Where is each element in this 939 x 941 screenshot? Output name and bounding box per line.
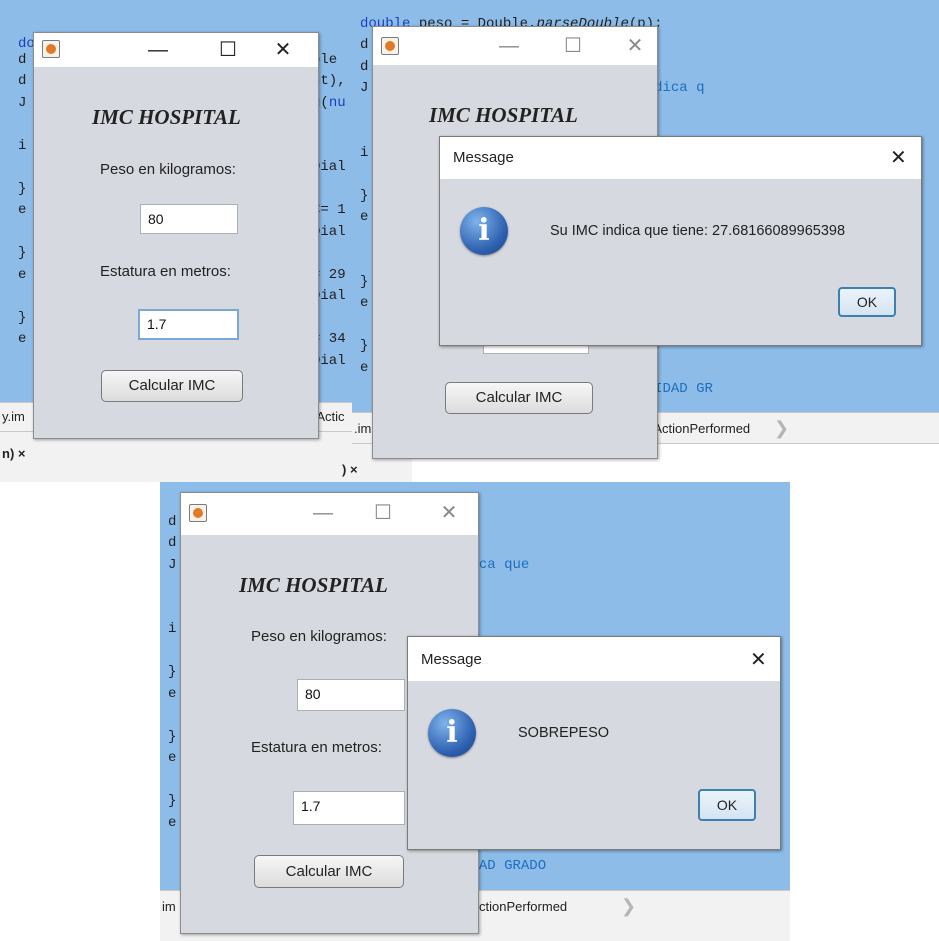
calculate-button[interactable]: Calcular IMC [445, 382, 593, 414]
height-label: Estatura en metros: [251, 739, 382, 756]
info-icon: i [460, 207, 508, 255]
weight-input[interactable]: 80 [297, 679, 405, 711]
window-titlebar[interactable]: — ☐ ✕ [181, 493, 478, 535]
code-fragments-1: ddJ i } e } e } e [18, 51, 27, 348]
ok-button[interactable]: OK [698, 789, 756, 821]
editor-tab-close[interactable]: ) × [342, 462, 358, 477]
close-icon[interactable]: ✕ [623, 35, 647, 57]
window-titlebar[interactable]: — ☐ ✕ [34, 33, 318, 67]
dialog-message: Su IMC indica que tiene: 27.681660899653… [550, 223, 846, 239]
app-heading: IMC HOSPITAL [239, 573, 388, 597]
tab-action-fragment[interactable]: rActionPerformed [466, 899, 567, 914]
dialog-titlebar[interactable]: Message ✕ [440, 137, 921, 179]
calculate-button[interactable]: Calcular IMC [101, 370, 243, 402]
chevron-right-icon: ❯ [621, 896, 637, 916]
message-dialog-classification: Message ✕ i SOBREPESO OK [407, 636, 781, 850]
maximize-icon[interactable]: ☐ [371, 502, 395, 524]
message-dialog-result: Message ✕ i Su IMC indica que tiene: 27.… [439, 136, 922, 346]
ok-button[interactable]: OK [838, 287, 896, 317]
weight-label: Peso en kilogramos: [251, 628, 387, 645]
tab-file-fragment[interactable]: y.im [2, 409, 25, 424]
close-icon[interactable]: ✕ [890, 145, 907, 170]
close-icon[interactable]: ✕ [271, 39, 295, 61]
dialog-title: Message [421, 651, 482, 668]
chevron-right-icon: ❯ [774, 418, 790, 438]
tab-action-fragment[interactable]: rActionPerformed [649, 421, 750, 436]
tab-file-fragment[interactable]: .im [354, 421, 371, 436]
minimize-icon[interactable]: — [311, 502, 335, 524]
height-label: Estatura en metros: [100, 263, 231, 280]
calculate-button[interactable]: Calcular IMC [254, 855, 404, 888]
imc-window-1: — ☐ ✕ IMC HOSPITAL Peso en kilogramos: 8… [33, 32, 319, 439]
weight-input[interactable]: 80 [140, 204, 238, 234]
close-icon[interactable]: ✕ [750, 647, 767, 672]
app-heading: IMC HOSPITAL [92, 105, 241, 129]
app-heading: IMC HOSPITAL [429, 103, 578, 127]
maximize-icon[interactable]: ☐ [561, 35, 585, 57]
tab-file-fragment[interactable]: im [162, 899, 176, 914]
close-icon[interactable]: ✕ [437, 502, 461, 524]
java-app-icon [189, 504, 207, 522]
minimize-icon[interactable]: — [146, 39, 170, 61]
editor-tab-close[interactable]: n) × [2, 446, 25, 461]
maximize-icon[interactable]: ☐ [216, 39, 240, 61]
editor-bottom-tab-1: n) × [0, 432, 352, 482]
hidden-field-edge [483, 345, 589, 354]
java-app-icon [381, 37, 399, 55]
dialog-title: Message [453, 149, 514, 166]
dialog-message: SOBREPESO [518, 725, 610, 741]
height-input[interactable]: 1.7 [293, 791, 405, 825]
java-app-icon [42, 40, 60, 58]
height-input[interactable]: 1.7 [138, 309, 239, 340]
window-titlebar[interactable]: — ☐ ✕ [373, 27, 657, 65]
info-icon: i [428, 709, 476, 757]
weight-label: Peso en kilogramos: [100, 161, 236, 178]
minimize-icon[interactable]: — [497, 35, 521, 57]
dialog-titlebar[interactable]: Message ✕ [408, 637, 780, 681]
